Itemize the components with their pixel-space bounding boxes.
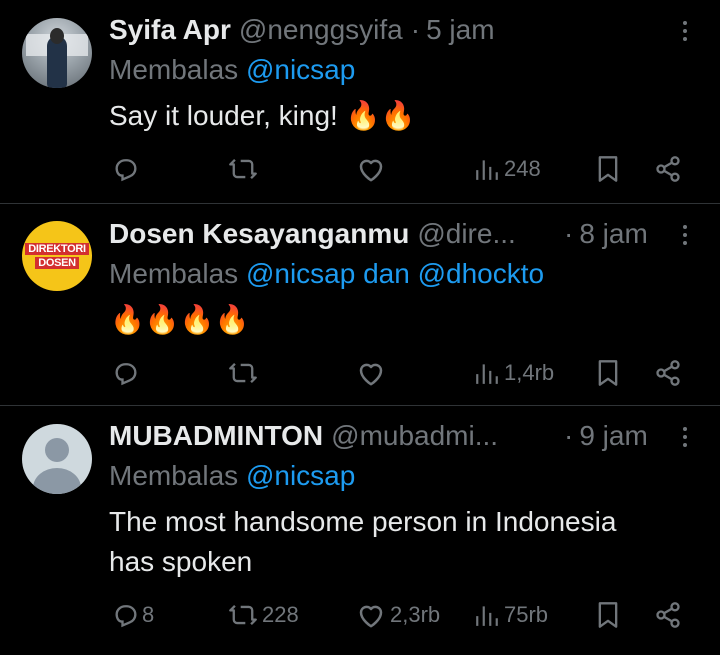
views-count: 75rb: [504, 602, 549, 627]
reply-prefix: Membalas: [109, 258, 239, 289]
display-name[interactable]: Syifa Apr: [109, 14, 231, 46]
display-name[interactable]: Dosen Kesayanganmu: [109, 218, 409, 250]
tweet-time: · 9 jam: [564, 418, 648, 454]
share-icon: [656, 602, 680, 628]
views-icon: [476, 160, 498, 180]
reply-button[interactable]: 8: [112, 598, 154, 632]
retweet-count: 228: [262, 602, 299, 627]
retweet-icon: [229, 158, 257, 180]
reply-prefix: Membalas: [109, 54, 239, 85]
like-count: 2,3rb: [390, 602, 441, 627]
username[interactable]: @nenggsyifa: [239, 14, 403, 46]
like-icon: [359, 363, 383, 386]
share-button[interactable]: [654, 356, 682, 390]
like-icon: [359, 159, 383, 182]
separator-dot: ·: [564, 218, 574, 249]
tweet-header: Dosen Kesayanganmu @dire...: [109, 216, 516, 252]
tweet-1[interactable]: Syifa Apr @nenggsyifa · 5 jam Membalas @…: [0, 0, 720, 203]
tweet-body: Say it louder, king!: [109, 100, 338, 131]
avatar-text: DIREKTORI: [25, 243, 89, 255]
avatar[interactable]: DIREKTORI DOSEN: [22, 221, 92, 291]
tweet-3[interactable]: MUBADMINTON @mubadmi... · 9 jam Membalas…: [0, 406, 720, 655]
action-bar: 248: [0, 152, 720, 186]
username[interactable]: @dire...: [417, 218, 515, 250]
retweet-button[interactable]: 228: [228, 598, 299, 632]
views-count: 1,4rb: [504, 360, 555, 385]
tweet-text: Say it louder, king! 🔥🔥: [109, 96, 415, 136]
more-icon[interactable]: [676, 220, 694, 250]
more-icon[interactable]: [676, 422, 694, 452]
reply-context: Membalas @nicsap: [109, 54, 355, 86]
tweet-text: The most handsome person in Indonesia ha…: [109, 502, 616, 582]
tweet-text: 🔥🔥🔥🔥: [110, 300, 249, 340]
more-icon[interactable]: [676, 16, 694, 46]
share-icon: [656, 360, 680, 386]
reply-context: Membalas @nicsap dan @dhockto: [109, 258, 544, 290]
tweet-header: Syifa Apr @nenggsyifa · 5 jam: [109, 12, 495, 48]
tweet-body-line: has spoken: [109, 546, 253, 577]
bookmark-button[interactable]: [596, 152, 620, 186]
mention-conjunction: dan: [363, 258, 410, 289]
mention-link[interactable]: @nicsap: [246, 460, 355, 491]
timestamp[interactable]: 9 jam: [579, 420, 647, 452]
views-count: 248: [504, 156, 541, 181]
like-button[interactable]: [356, 356, 386, 390]
tweet-2[interactable]: DIREKTORI DOSEN Dosen Kesayanganmu @dire…: [0, 204, 720, 405]
reply-button[interactable]: [112, 356, 140, 390]
reply-count: 8: [142, 602, 155, 627]
views-icon: [476, 606, 498, 626]
timestamp[interactable]: 8 jam: [579, 218, 647, 250]
views-button[interactable]: 248: [474, 152, 541, 186]
reply-icon: [115, 159, 137, 182]
mention-link[interactable]: @dhockto: [418, 258, 545, 289]
tweet-header: MUBADMINTON @mubadmi...: [109, 418, 498, 454]
like-icon: [359, 605, 383, 628]
share-button[interactable]: [654, 152, 682, 186]
avatar[interactable]: [22, 18, 92, 88]
action-bar: 8 228 2,3rb 75rb: [0, 598, 720, 632]
tweet-body-line: The most handsome person in Indonesia: [109, 506, 617, 537]
fire-emoji: 🔥🔥: [345, 100, 416, 131]
username[interactable]: @mubadmi...: [331, 420, 498, 452]
fire-emoji: 🔥🔥🔥🔥: [110, 304, 250, 335]
mention-link[interactable]: @nicsap: [246, 258, 355, 289]
separator-dot: ·: [410, 14, 421, 45]
avatar-text: DOSEN: [35, 257, 79, 269]
views-icon: [476, 364, 498, 384]
tweet-time: · 8 jam: [564, 216, 648, 252]
reply-context: Membalas @nicsap: [109, 460, 355, 492]
reply-button[interactable]: [112, 152, 140, 186]
bookmark-icon: [598, 602, 618, 628]
retweet-icon: [229, 362, 257, 384]
bookmark-icon: [598, 156, 618, 182]
retweet-button[interactable]: [228, 356, 258, 390]
like-button[interactable]: 2,3rb: [356, 598, 440, 632]
display-name[interactable]: MUBADMINTON: [109, 420, 323, 452]
bookmark-button[interactable]: [596, 598, 620, 632]
bookmark-button[interactable]: [596, 356, 620, 390]
reply-icon: [115, 605, 137, 628]
reply-icon: [115, 363, 137, 386]
retweet-icon: [229, 604, 257, 626]
retweet-button[interactable]: [228, 152, 258, 186]
share-button[interactable]: [654, 598, 682, 632]
bookmark-icon: [598, 360, 618, 386]
like-button[interactable]: [356, 152, 386, 186]
action-bar: 1,4rb: [0, 356, 720, 390]
avatar[interactable]: [22, 424, 92, 494]
mention-link[interactable]: @nicsap: [246, 54, 355, 85]
timestamp[interactable]: 5 jam: [426, 14, 494, 46]
views-button[interactable]: 1,4rb: [474, 356, 554, 390]
reply-prefix: Membalas: [109, 460, 239, 491]
share-icon: [656, 156, 680, 182]
views-button[interactable]: 75rb: [474, 598, 548, 632]
separator-dot: ·: [564, 420, 574, 451]
